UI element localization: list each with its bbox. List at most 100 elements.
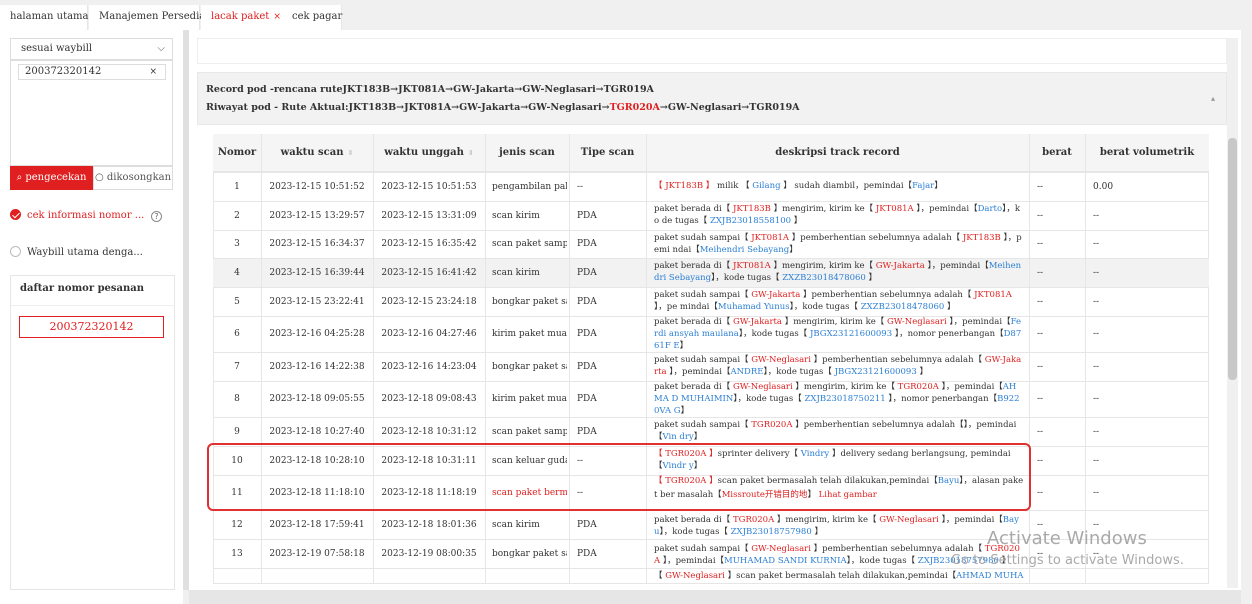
cell-tipe-scan: PDA (577, 394, 597, 404)
header-deskripsi: deskripsi track record (775, 147, 900, 158)
cell-tipe-scan: PDA (577, 211, 597, 221)
cell-waktu-unggah: 2023-12-18 10:31:12 (381, 427, 477, 437)
cell-waktu-unggah: 2023-12-15 16:41:42 (381, 268, 477, 278)
cell-tipe-scan: PDA (577, 427, 597, 437)
track-description-6: paket berada di【 GW-Jakarta 】mengirim, k… (654, 317, 1022, 351)
cell-berat: -- (1037, 362, 1044, 372)
header-tipe-scan: Tipe scan (580, 147, 635, 158)
waybill-tag: 200372320142 × (18, 64, 166, 80)
actual-route-label: Riwayat pod - Rute Aktual: (206, 102, 349, 113)
cell-berat: -- (1037, 394, 1044, 404)
tab-lacak-paket[interactable]: lacak paket × (201, 5, 284, 30)
cell-berat-volumetrik: -- (1093, 239, 1100, 249)
actual-route: Riwayat pod - Rute Aktual:JKT183B→JKT081… (206, 102, 800, 113)
cell-waktu-scan: 2023-12-15 13:29:57 (269, 211, 365, 221)
header-waktu-unggah[interactable]: waktu unggah ⇕ (373, 134, 485, 172)
record-route-path: JKT183B→JKT081A→GW-Jakarta→GW-Neglasari→… (342, 84, 654, 95)
cell-nomor: 6 (234, 329, 240, 339)
activate-windows-title: Activate Windows (987, 528, 1147, 549)
route-panel (197, 72, 1227, 125)
radio-checked-icon[interactable] (10, 209, 21, 220)
track-description-5: paket sudah sampai【 GW-Jakarta 】pemberhe… (654, 290, 1012, 312)
activate-windows-subtitle: Go to Settings to activate Windows. (951, 553, 1184, 568)
cell-nomor: 2 (234, 211, 240, 221)
cell-berat-volumetrik: -- (1093, 427, 1100, 437)
row-divider (213, 352, 1209, 353)
cell-berat: -- (1037, 329, 1044, 339)
clear-button-label: dikosongkan (106, 172, 172, 183)
cell-tipe-scan: PDA (577, 362, 597, 372)
select-value: sesuai waybill (21, 43, 93, 54)
clear-button[interactable]: ○ dikosongkan (93, 166, 173, 190)
radio-unchecked-icon[interactable] (10, 246, 21, 257)
row-divider (213, 258, 1209, 259)
option-waybill-utama[interactable]: Waybill utama denga... (10, 245, 143, 261)
remove-tag-icon[interactable]: × (149, 65, 157, 79)
cell-nomor: 13 (231, 549, 243, 559)
cell-berat-volumetrik: -- (1093, 362, 1100, 372)
actual-route-deviation: TGR020A (609, 102, 660, 113)
cell-waktu-unggah: 2023-12-15 13:31:09 (381, 211, 477, 221)
search-type-select[interactable]: sesuai waybill ⌵ (10, 38, 173, 60)
cell-nomor: 9 (234, 427, 240, 437)
header-label: waktu unggah (384, 147, 464, 158)
track-description-3: paket sudah sampai【 JKT081A 】pemberhenti… (654, 233, 1022, 255)
cell-berat-volumetrik: -- (1093, 329, 1100, 339)
horizontal-scrollbar[interactable] (189, 590, 1241, 604)
cell-jenis-scan: scan kirim (492, 520, 540, 530)
cell-berat: -- (1037, 268, 1044, 278)
row-divider (213, 230, 1209, 231)
search-button[interactable]: ⌕ pengecekan (10, 166, 93, 190)
tab-label: halaman utama (10, 11, 89, 22)
cell-jenis-scan: bongkar paket sampai (492, 549, 567, 559)
cell-nomor: 12 (231, 520, 243, 530)
cell-jenis-scan: scan kirim (492, 211, 540, 221)
help-icon[interactable]: ? (151, 211, 162, 222)
sort-icon[interactable]: ⇕ (347, 148, 353, 157)
cell-waktu-scan: 2023-12-15 16:39:44 (269, 268, 365, 278)
cell-waktu-scan: 2023-12-15 16:34:37 (269, 239, 365, 249)
cell-jenis-scan: bongkar paket sampai (492, 362, 567, 372)
track-description-14: 【 GW-Neglasari 】scan paket bermasalah te… (654, 571, 1024, 584)
option-label: cek informasi nomor ... (27, 210, 145, 221)
scrollbar-thumb[interactable] (1228, 138, 1237, 380)
order-list-item[interactable]: 200372320142 (19, 316, 164, 338)
cell-berat-volumetrik: 0.00 (1093, 182, 1114, 192)
track-description-12: paket berada di【 TGR020A 】mengirim, kiri… (654, 515, 1019, 537)
collapse-icon[interactable]: ▴ (1211, 94, 1215, 103)
clear-icon: ○ (94, 172, 104, 183)
waybill-tag-label: 200372320142 (25, 66, 102, 77)
actual-route-path-end: →GW-Neglasari→TGR019A (659, 102, 800, 113)
cell-waktu-unggah: 2023-12-18 18:01:36 (381, 520, 477, 530)
row-divider (213, 172, 1209, 173)
tab-halaman-utama[interactable]: halaman utama (0, 5, 89, 30)
cell-jenis-scan: bongkar paket sampai (492, 297, 567, 307)
cell-waktu-unggah: 2023-12-15 23:24:18 (381, 297, 477, 307)
cell-tipe-scan: PDA (577, 239, 597, 249)
tab-manajemen-persediaan[interactable]: Manajemen Persediaan (89, 5, 218, 30)
cell-waktu-unggah: 2023-12-18 09:08:43 (381, 394, 477, 404)
cell-berat-volumetrik: -- (1093, 268, 1100, 278)
record-route-label: Record pod -rencana rute (206, 84, 343, 95)
cell-tipe-scan: PDA (577, 329, 597, 339)
cell-jenis-scan: pengambilan paket (492, 182, 567, 192)
option-cek-informasi[interactable]: cek informasi nomor ... (10, 208, 144, 224)
cell-jenis-scan: kirim paket muatan (492, 394, 567, 404)
cell-berat: -- (1037, 427, 1044, 437)
cell-waktu-scan: 2023-12-19 07:58:18 (269, 549, 365, 559)
top-panel (197, 38, 1227, 64)
record-route: Record pod -rencana ruteJKT183B→JKT081A→… (206, 84, 654, 95)
search-button-label: pengecekan (25, 172, 87, 183)
tab-bar: halaman utama Manajemen Persediaan lacak… (0, 0, 1252, 30)
sort-icon[interactable]: ⇕ (468, 148, 474, 157)
cell-waktu-scan: 2023-12-18 17:59:41 (269, 520, 365, 530)
cell-waktu-unggah: 2023-12-15 10:51:53 (381, 182, 477, 192)
close-icon[interactable]: × (273, 12, 281, 22)
cell-nomor: 8 (234, 394, 240, 404)
header-waktu-scan[interactable]: waktu scan ⇕ (261, 134, 373, 172)
cell-nomor: 1 (234, 182, 240, 192)
row-divider (213, 568, 1209, 569)
cell-berat-volumetrik: -- (1093, 456, 1100, 466)
tab-cek-pagar[interactable]: cek pagar (282, 5, 342, 30)
cell-berat-volumetrik: -- (1093, 211, 1100, 221)
